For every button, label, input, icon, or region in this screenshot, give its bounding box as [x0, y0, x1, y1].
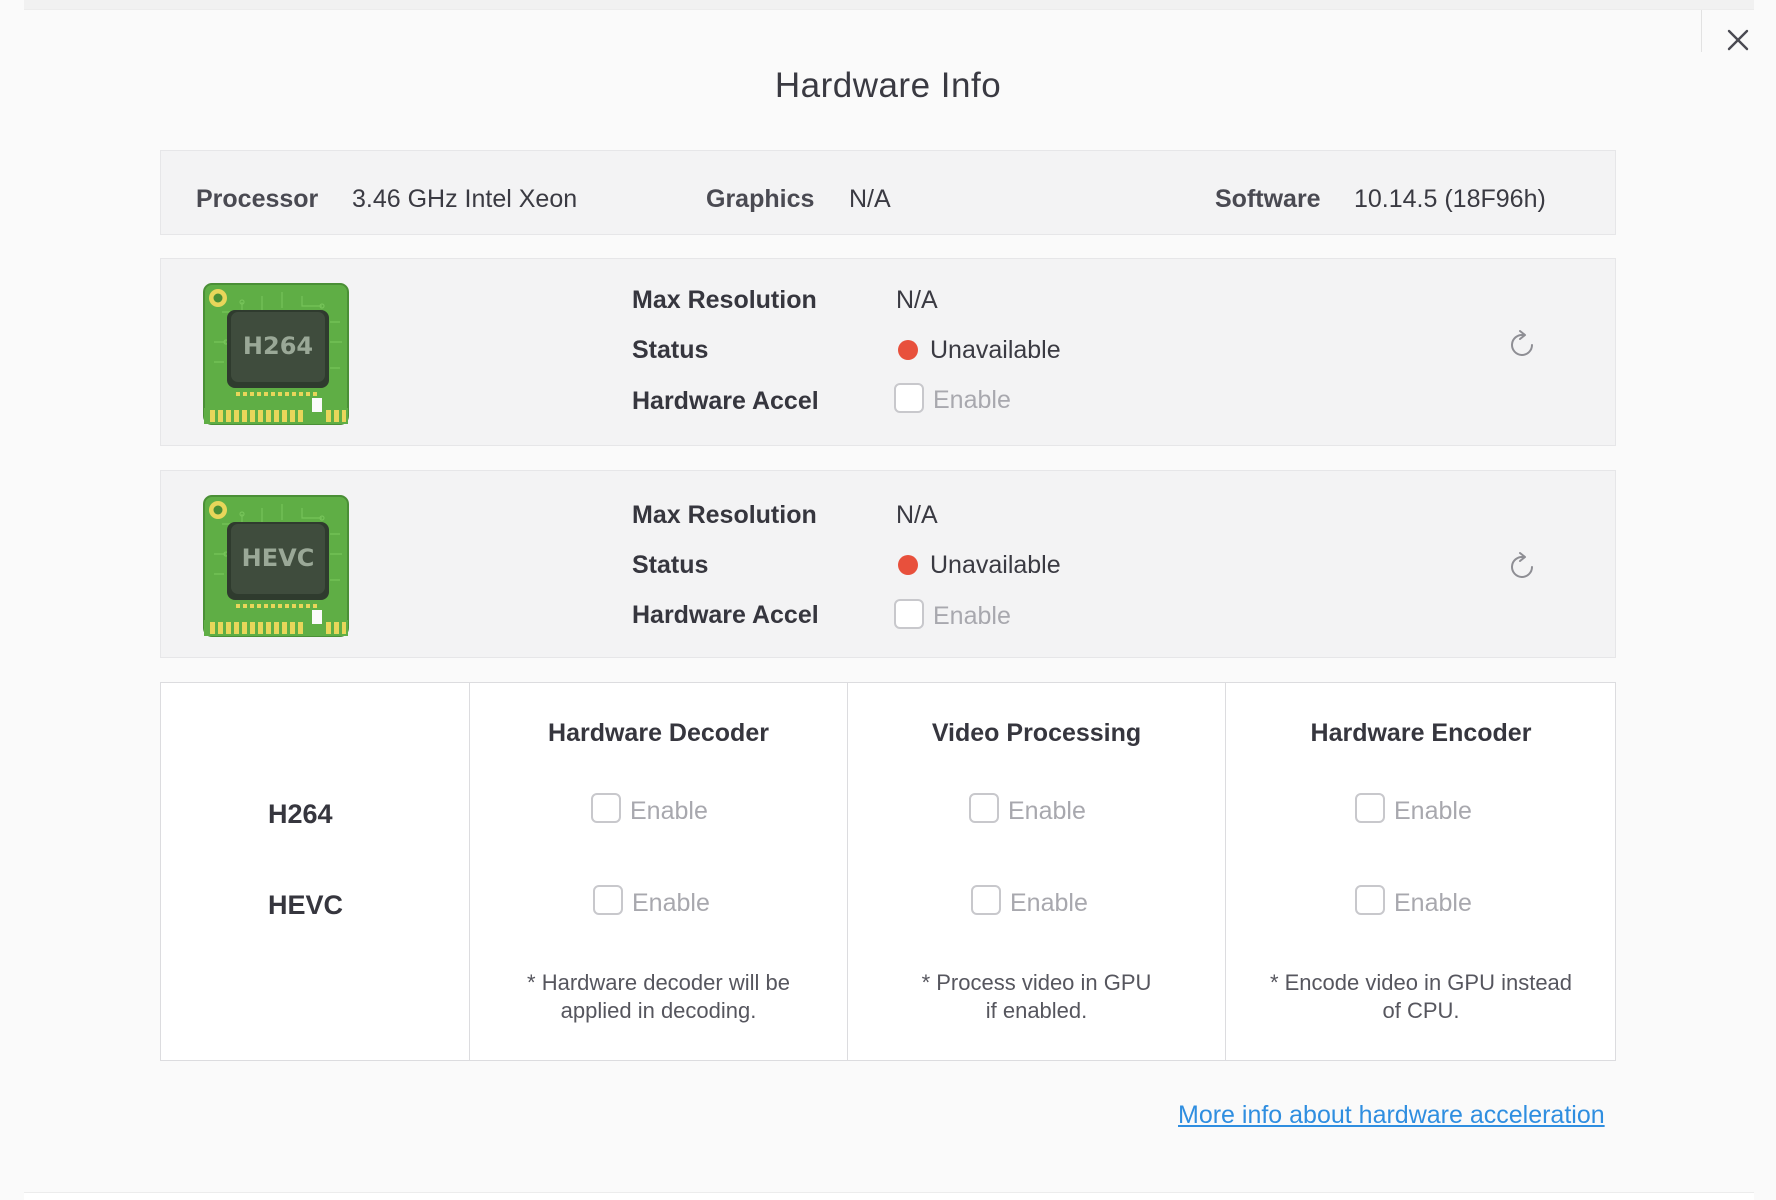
note-hardware-decoder: * Hardware decoder will be applied in de…	[527, 970, 790, 1023]
software-label: Software	[1215, 185, 1321, 213]
more-info-link[interactable]: More info about hardware acceleration	[1178, 1101, 1605, 1130]
status-label: Status	[632, 336, 709, 364]
status-value: Unavailable	[930, 336, 1061, 364]
hevc-hardware-encoder-checkbox[interactable]	[1355, 885, 1385, 915]
acceleration-matrix: Hardware Decoder Video Processing Hardwa…	[160, 682, 1616, 1061]
refresh-icon[interactable]	[1507, 329, 1539, 361]
hevc-video-processing-checkbox[interactable]	[971, 885, 1001, 915]
enable-label[interactable]: Enable	[630, 797, 708, 826]
row-header-hevc: HEVC	[268, 890, 344, 920]
enable-label[interactable]: Enable	[1394, 797, 1472, 826]
close-icon	[1727, 29, 1749, 51]
max-resolution-value: N/A	[896, 286, 938, 314]
close-button[interactable]	[1718, 20, 1758, 60]
dialog-top-edge	[24, 0, 1754, 10]
codec-panel-h264: H264 Max Resolution N/A Status Unavailab…	[160, 258, 1616, 446]
column-header-hardware-decoder: Hardware Decoder	[548, 719, 769, 747]
codec-panel-hevc: HEVC Max Resolution N/A Status Unavailab…	[160, 470, 1616, 658]
max-resolution-label: Max Resolution	[632, 501, 817, 529]
refresh-icon[interactable]	[1507, 551, 1539, 583]
hardware-accel-checkbox[interactable]	[894, 599, 924, 629]
enable-label[interactable]: Enable	[1008, 797, 1086, 826]
note-video-processing: * Process video in GPU if enabled.	[921, 970, 1152, 1023]
hardware-accel-enable-label[interactable]: Enable	[933, 602, 1011, 631]
row-header-h264: H264	[268, 799, 333, 829]
hardware-accel-enable-label[interactable]: Enable	[933, 386, 1011, 415]
software-value: 10.14.5 (18F96h)	[1354, 185, 1546, 213]
dialog-bottom-edge	[24, 1192, 1754, 1200]
enable-label[interactable]: Enable	[1010, 889, 1088, 918]
dialog-title: Hardware Info	[774, 66, 1002, 105]
hardware-accel-label: Hardware Accel	[632, 601, 819, 629]
status-indicator-dot	[898, 555, 918, 575]
hardware-info-dialog: Hardware Info Processor 3.46 GHz Intel X…	[0, 0, 1776, 1200]
chip-icon: H264	[203, 283, 349, 425]
hevc-hardware-decoder-checkbox[interactable]	[593, 885, 623, 915]
note-hardware-encoder: * Encode video in GPU instead of CPU.	[1269, 970, 1573, 1023]
processor-label: Processor	[196, 185, 319, 213]
status-label: Status	[632, 551, 709, 579]
chip-text: H264	[243, 332, 313, 360]
system-info-bar: Processor 3.46 GHz Intel Xeon Graphics N…	[160, 150, 1616, 235]
max-resolution-label: Max Resolution	[632, 286, 817, 314]
hardware-accel-label: Hardware Accel	[632, 387, 819, 415]
h264-video-processing-checkbox[interactable]	[969, 793, 999, 823]
chip-icon: HEVC	[203, 495, 349, 637]
h264-hardware-decoder-checkbox[interactable]	[591, 793, 621, 823]
chip-text: HEVC	[242, 544, 315, 572]
max-resolution-value: N/A	[896, 501, 938, 529]
enable-label[interactable]: Enable	[1394, 889, 1472, 918]
status-indicator-dot	[898, 340, 918, 360]
processor-value: 3.46 GHz Intel Xeon	[352, 185, 578, 213]
graphics-value: N/A	[849, 185, 891, 213]
column-header-video-processing: Video Processing	[931, 719, 1142, 747]
h264-hardware-encoder-checkbox[interactable]	[1355, 793, 1385, 823]
column-header-hardware-encoder: Hardware Encoder	[1310, 719, 1532, 747]
status-value: Unavailable	[930, 551, 1061, 579]
graphics-label: Graphics	[706, 185, 815, 213]
hardware-accel-checkbox[interactable]	[894, 383, 924, 413]
close-divider	[1701, 10, 1702, 52]
enable-label[interactable]: Enable	[632, 889, 710, 918]
